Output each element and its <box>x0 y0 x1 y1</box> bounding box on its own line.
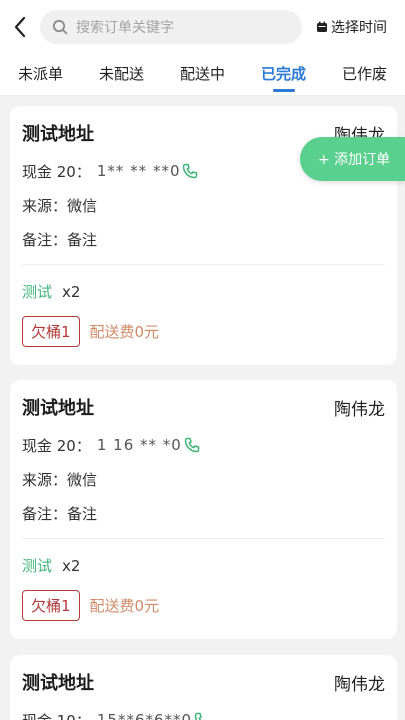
phone-number: 15**6*6**0 <box>96 711 193 720</box>
order-list[interactable]: 测试地址 陶伟龙 现金 20： 1** ** **0 来源：微信 备注：备注 测… <box>0 96 405 720</box>
phone-icon[interactable] <box>194 712 210 720</box>
delivery-fee: 配送费0元 <box>89 323 160 341</box>
payment-amount: 现金 20： <box>22 162 91 181</box>
tab-voided[interactable]: 已作废 <box>324 54 405 95</box>
select-time-button[interactable]: 选择时间 <box>316 17 387 37</box>
payment-amount: 现金 20： <box>22 436 91 455</box>
back-button[interactable] <box>0 0 40 54</box>
search-placeholder: 搜索订单关键字 <box>76 20 174 36</box>
phone-icon[interactable] <box>184 437 200 453</box>
delivery-fee: 配送费0元 <box>89 597 160 615</box>
tab-undispatched[interactable]: 未派单 <box>0 54 81 95</box>
top-bar: 搜索订单关键字 选择时间 <box>0 0 405 54</box>
tab-completed[interactable]: 已完成 <box>243 54 324 95</box>
order-card[interactable]: 测试地址 陶伟龙 现金 10： 15**6*6**0 <box>10 655 397 720</box>
phone-icon[interactable] <box>182 163 198 179</box>
item-quantity: x2 <box>62 556 81 575</box>
item-quantity: x2 <box>62 282 81 301</box>
owed-bucket-badge: 欠桶1 <box>22 316 80 347</box>
order-address: 测试地址 <box>22 124 94 145</box>
calendar-icon <box>316 21 328 33</box>
order-source: 来源：微信 <box>22 470 98 489</box>
chevron-left-icon <box>14 16 26 38</box>
card-divider <box>22 538 385 539</box>
phone-number: 1 16 ** *0 <box>96 436 182 454</box>
owed-bucket-badge: 欠桶1 <box>22 590 80 621</box>
add-order-button[interactable]: + 添加订单 <box>300 137 405 181</box>
item-name: 测试 <box>22 283 53 301</box>
order-address: 测试地址 <box>22 673 94 694</box>
select-time-label: 选择时间 <box>331 20 387 36</box>
phone-number: 1** ** **0 <box>96 162 181 180</box>
card-divider <box>22 264 385 265</box>
order-card[interactable]: 测试地址 陶伟龙 现金 20： 1 16 ** *0 来源：微信 备注：备注 测… <box>10 380 397 639</box>
status-tabs: 未派单 未配送 配送中 已完成 已作废 <box>0 54 405 96</box>
order-note: 备注：备注 <box>22 230 98 249</box>
customer-name: 陶伟龙 <box>334 674 385 695</box>
order-source: 来源：微信 <box>22 196 98 215</box>
tab-undelivered[interactable]: 未配送 <box>81 54 162 95</box>
order-note: 备注：备注 <box>22 504 98 523</box>
order-address: 测试地址 <box>22 398 94 419</box>
search-input[interactable]: 搜索订单关键字 <box>40 10 302 44</box>
customer-name: 陶伟龙 <box>334 399 385 420</box>
tab-delivering[interactable]: 配送中 <box>162 54 243 95</box>
search-icon <box>52 19 68 35</box>
item-name: 测试 <box>22 557 53 575</box>
payment-amount: 现金 10： <box>22 710 91 720</box>
